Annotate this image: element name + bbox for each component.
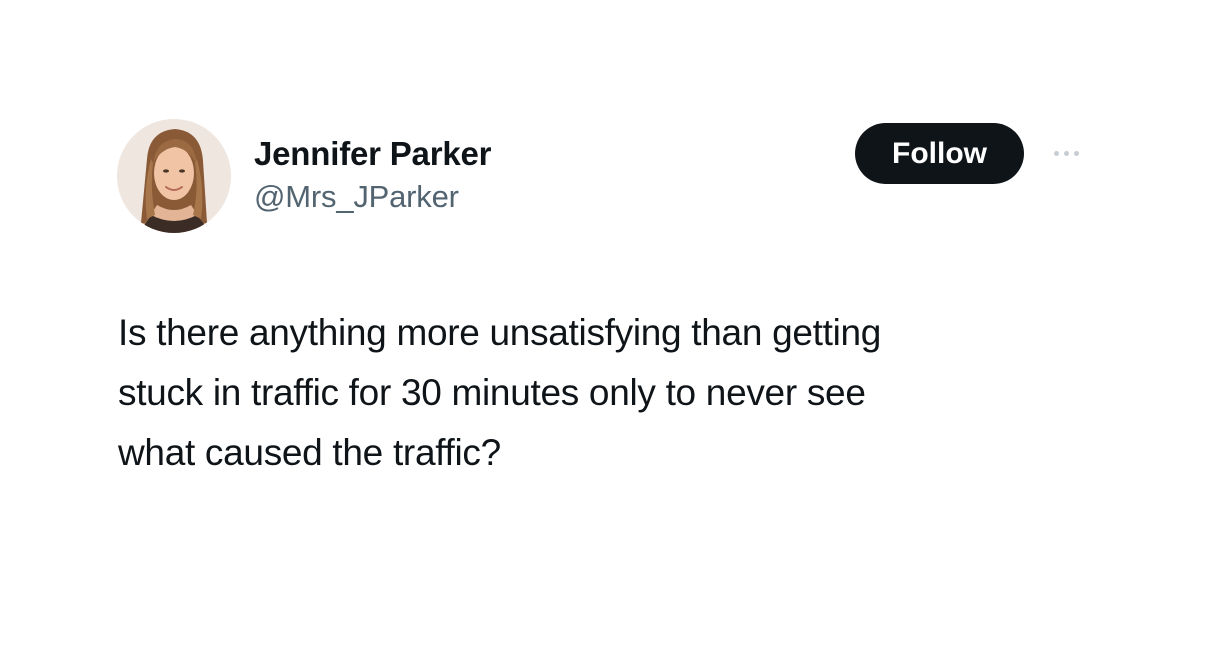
avatar[interactable] — [117, 119, 231, 233]
tweet-text-line: Is there anything more unsatisfying than… — [118, 312, 882, 353]
more-options-icon[interactable] — [1044, 140, 1088, 166]
display-name[interactable]: Jennifer Parker — [254, 134, 492, 174]
more-dot — [1073, 150, 1079, 156]
profile-photo-icon — [117, 119, 231, 233]
tweet-card: Jennifer Parker @Mrs_JParker Follow Is t… — [0, 0, 1212, 654]
more-dot — [1063, 150, 1069, 156]
user-handle[interactable]: @Mrs_JParker — [254, 178, 491, 216]
tweet-text-line: what caused the traffic? — [118, 432, 501, 473]
tweet-text: Is there anything more unsatisfying than… — [118, 303, 1098, 483]
follow-button[interactable]: Follow — [855, 123, 1024, 184]
more-dot — [1053, 150, 1059, 156]
author-identity: Jennifer Parker @Mrs_JParker — [254, 134, 492, 216]
tweet-text-line: stuck in traffic for 30 minutes only to … — [118, 372, 866, 413]
